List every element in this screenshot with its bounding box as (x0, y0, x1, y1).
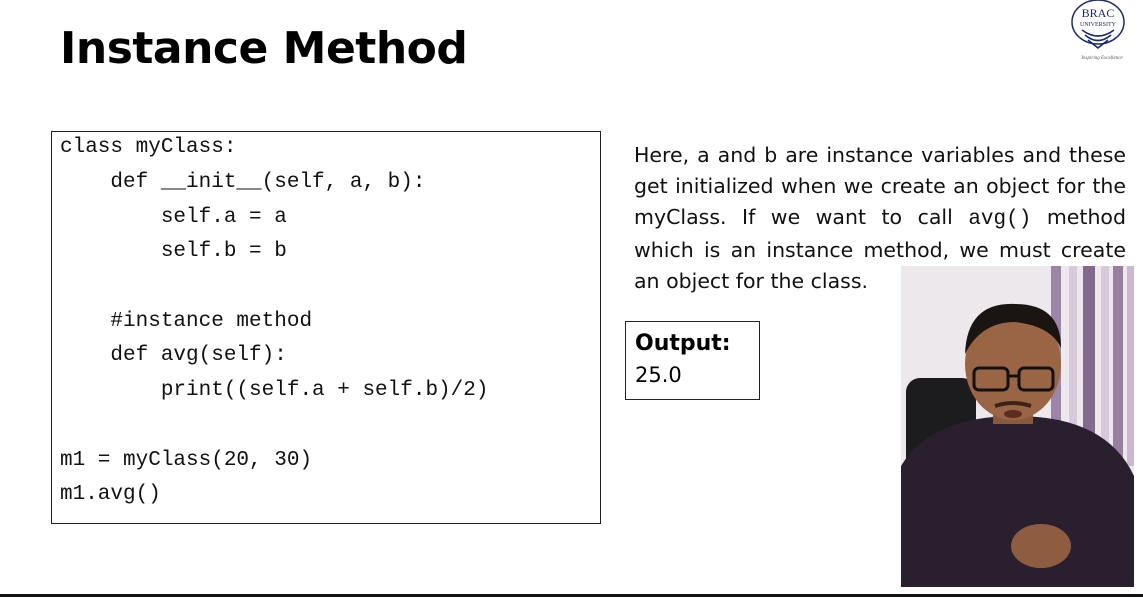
logo-tagline: Inspiring Excellence (1080, 56, 1123, 61)
bottom-divider (0, 594, 1143, 597)
logo-name: BRAC (1082, 6, 1115, 20)
logo-subname: UNIVERSITY (1080, 22, 1117, 28)
slide-title: Instance Method (60, 23, 468, 74)
code-line: print((self.a + self.b)/2) (60, 379, 489, 402)
code-line: m1.avg() (60, 483, 161, 506)
output-value: 25.0 (635, 363, 682, 387)
code-line: #instance method (60, 310, 313, 333)
presenter-webcam-video (901, 266, 1134, 587)
description-code: avg() (968, 208, 1032, 231)
code-line: class myClass: (60, 136, 237, 159)
code-line: self.b = b (60, 240, 287, 263)
output-box: Output: 25.0 (625, 321, 760, 400)
code-line: def __init__(self, a, b): (60, 171, 426, 194)
code-line: self.a = a (60, 206, 287, 229)
code-line: def avg(self): (60, 344, 287, 367)
code-block: class myClass: def __init__(self, a, b):… (51, 131, 601, 524)
code-line: m1 = myClass(20, 30) (60, 449, 313, 472)
brac-university-logo: BRAC UNIVERSITY Inspiring Excellence (1064, 0, 1140, 64)
output-label: Output: (635, 331, 731, 356)
